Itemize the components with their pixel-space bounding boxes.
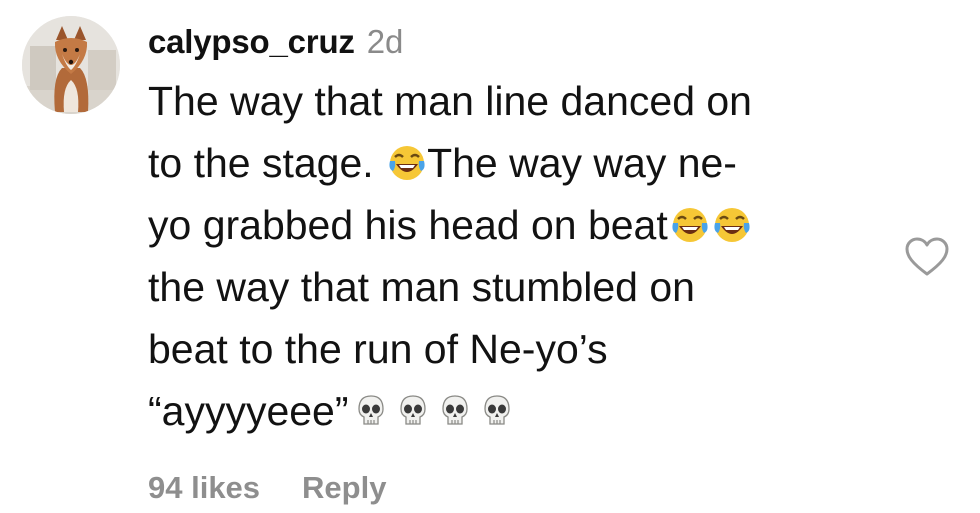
timestamp[interactable]: 2d (367, 23, 404, 61)
comment-line: beat to the run of Ne-yo’s (148, 318, 908, 380)
comment-text-segment: the way that man stumbled on (148, 264, 695, 310)
comment-line: yo grabbed his head on beat (148, 194, 908, 256)
comment-text-segment: The way way ne- (427, 140, 737, 186)
comment-actions: 94 likes Reply (148, 470, 386, 506)
comment-text: The way that man line danced on to the s… (148, 70, 908, 442)
comment-line: The way that man line danced on (148, 70, 908, 132)
comment-text-segment: to the stage. (148, 140, 386, 186)
avatar[interactable] (22, 16, 120, 114)
skull-emoji-icon (393, 391, 433, 431)
skull-emoji-icon (477, 391, 517, 431)
comment-line: “ayyyyeee” (148, 380, 908, 442)
comment: calypso_cruz 2d The way that man line da… (0, 0, 980, 513)
comment-line: the way that man stumbled on (148, 256, 908, 318)
username[interactable]: calypso_cruz (148, 23, 355, 61)
laughing-emoji-icon (387, 143, 427, 183)
likes-count-button[interactable]: 94 likes (148, 470, 260, 506)
comment-text-segment: The way that man line danced on (148, 78, 752, 124)
comment-body: calypso_cruz 2d The way that man line da… (148, 18, 908, 442)
comment-meta: calypso_cruz 2d (148, 18, 908, 66)
skull-emoji-icon (351, 391, 391, 431)
laughing-emoji-icon (712, 205, 752, 245)
reply-button[interactable]: Reply (302, 470, 386, 506)
heart-outline-icon[interactable] (904, 236, 950, 278)
comment-text-segment: beat to the run of Ne-yo’s (148, 326, 608, 372)
laughing-emoji-icon (670, 205, 710, 245)
skull-emoji-icon (435, 391, 475, 431)
fox-avatar-image (22, 16, 120, 114)
comment-text-segment: yo grabbed his head on beat (148, 202, 668, 248)
comment-text-segment: “ayyyyeee” (148, 388, 349, 434)
comment-line: to the stage. The way way ne- (148, 132, 908, 194)
